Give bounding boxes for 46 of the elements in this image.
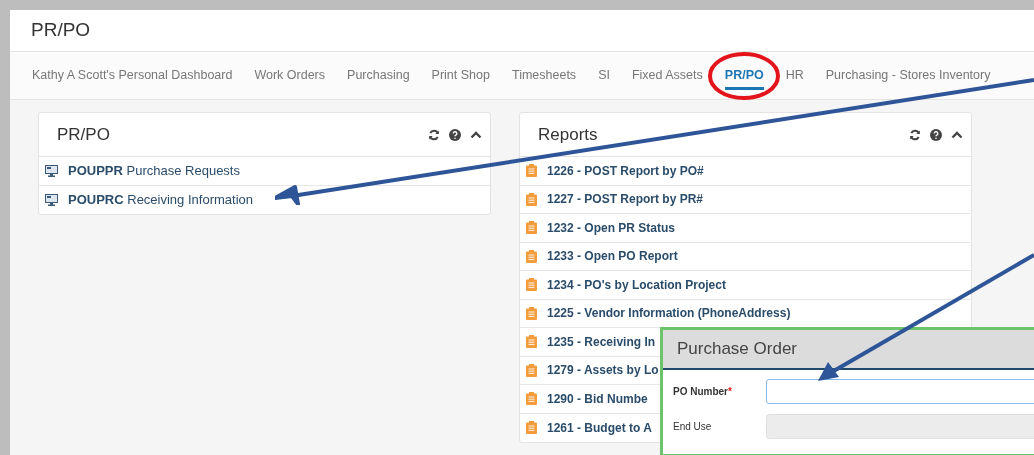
dialog-title: Purchase Order bbox=[677, 338, 797, 361]
clipboard-icon bbox=[526, 306, 537, 320]
report-link[interactable]: 1261 - Budget to A bbox=[547, 418, 652, 437]
help-icon[interactable] bbox=[930, 128, 942, 141]
clipboard-icon bbox=[526, 421, 537, 435]
tab[interactable]: Work Orders bbox=[254, 61, 326, 90]
report-link[interactable]: 1226 - POST Report by PO# bbox=[547, 161, 704, 180]
report-link[interactable]: 1235 - Receiving In bbox=[547, 332, 656, 351]
collapse-icon[interactable] bbox=[951, 129, 963, 140]
collapse-icon[interactable] bbox=[470, 129, 482, 140]
tab[interactable]: SI bbox=[598, 61, 610, 90]
tab[interactable]: Print Shop bbox=[431, 61, 490, 90]
tab[interactable]: HR bbox=[785, 61, 804, 90]
report-link[interactable]: 1233 - Open PO Report bbox=[547, 247, 678, 266]
help-icon[interactable] bbox=[449, 128, 461, 141]
report-link[interactable]: 1227 - POST Report by PR# bbox=[547, 190, 704, 209]
screen-link[interactable]: POUPRC Receiving Information bbox=[68, 190, 253, 210]
clipboard-icon bbox=[526, 164, 537, 178]
page-title: PR/PO bbox=[31, 18, 91, 43]
tab[interactable]: Kathy A Scott's Personal Dashboard bbox=[32, 61, 233, 90]
tab[interactable]: Fixed Assets bbox=[631, 61, 703, 90]
field-label: PO Number* bbox=[673, 385, 733, 399]
clipboard-icon bbox=[526, 221, 537, 235]
clipboard-icon bbox=[526, 363, 537, 377]
report-link[interactable]: 1279 - Assets by Lo bbox=[547, 361, 659, 380]
report-link[interactable]: 1234 - PO's by Location Project bbox=[547, 275, 726, 294]
panel-title: Reports bbox=[538, 123, 598, 146]
report-link[interactable]: 1232 - Open PR Status bbox=[547, 218, 676, 237]
tab[interactable]: Purchasing - Stores Inventory bbox=[825, 61, 991, 90]
clipboard-icon bbox=[526, 392, 537, 406]
tab[interactable]: Purchasing bbox=[347, 61, 410, 90]
refresh-icon[interactable] bbox=[909, 128, 921, 141]
screen-link[interactable]: POUPPR Purchase Requests bbox=[68, 161, 240, 181]
clipboard-icon bbox=[526, 278, 537, 292]
panel-title: PR/PO bbox=[57, 123, 110, 146]
field-label: End Use bbox=[673, 420, 713, 434]
report-link[interactable]: 1290 - Bid Numbe bbox=[547, 389, 648, 408]
tab[interactable]: Timesheets bbox=[511, 61, 577, 90]
monitor-icon bbox=[45, 193, 58, 206]
clipboard-icon bbox=[526, 192, 537, 206]
monitor-icon bbox=[45, 164, 58, 177]
text-field[interactable] bbox=[765, 379, 1034, 404]
clipboard-icon bbox=[526, 335, 537, 349]
report-link[interactable]: 1225 - Vendor Information (PhoneAddress) bbox=[547, 304, 791, 323]
refresh-icon[interactable] bbox=[428, 128, 440, 141]
clipboard-icon bbox=[526, 249, 537, 263]
